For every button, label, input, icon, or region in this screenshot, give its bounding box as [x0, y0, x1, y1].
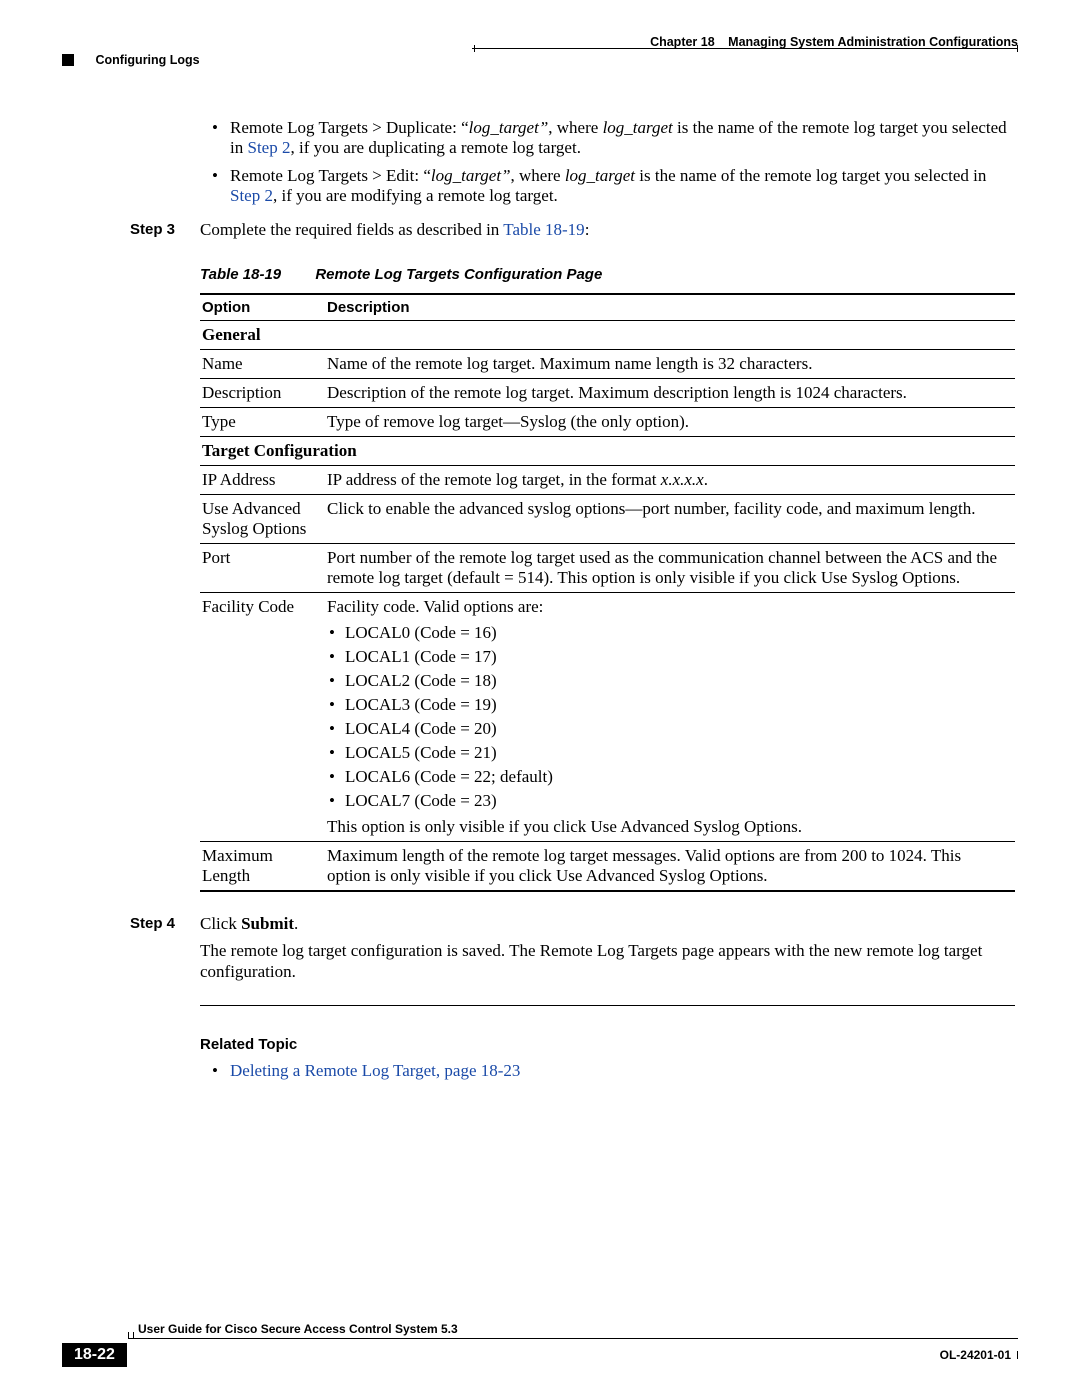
step-4: Step 4 Click Submit. The remote log targ… [130, 914, 1015, 983]
th-description: Description [325, 294, 1015, 321]
section-general: General [200, 321, 1015, 350]
chapter-label: Chapter 18 [650, 35, 715, 49]
list-item: LOCAL2 (Code = 18) [345, 671, 1007, 691]
step2-link[interactable]: Step 2 [230, 186, 273, 205]
list-item: LOCAL6 (Code = 22; default) [345, 767, 1007, 787]
table-row: TypeType of remove log target—Syslog (th… [200, 408, 1015, 437]
table-row: PortPort number of the remote log target… [200, 544, 1015, 593]
table-18-19-link[interactable]: Table 18-19 [503, 220, 584, 239]
page-header: Chapter 18 Managing System Administratio… [62, 35, 1018, 67]
step-label: Step 3 [130, 220, 200, 240]
section-target: Target Configuration [200, 437, 1015, 466]
table-row: NameName of the remote log target. Maxim… [200, 350, 1015, 379]
step-label: Step 4 [130, 914, 200, 983]
step4-para: The remote log target configuration is s… [200, 940, 1015, 983]
related-heading: Related Topic [200, 1036, 1015, 1053]
table-row: IP Address IP address of the remote log … [200, 466, 1015, 495]
config-table: Option Description General NameName of t… [200, 293, 1015, 892]
step2-link[interactable]: Step 2 [247, 138, 290, 157]
step-3: Step 3 Complete the required fields as d… [130, 220, 1015, 240]
list-item: LOCAL3 (Code = 19) [345, 695, 1007, 715]
footer-guide: User Guide for Cisco Secure Access Contr… [128, 1322, 458, 1336]
table-row: DescriptionDescription of the remote log… [200, 379, 1015, 408]
list-item: LOCAL7 (Code = 23) [345, 791, 1007, 811]
section-title: Configuring Logs [95, 53, 199, 67]
list-item: LOCAL4 (Code = 20) [345, 719, 1007, 739]
square-icon [62, 54, 74, 66]
table-row: Maximum LengthMaximum length of the remo… [200, 842, 1015, 892]
related-link[interactable]: Deleting a Remote Log Target, page 18-23 [230, 1061, 520, 1080]
list-item: Remote Log Targets > Duplicate: “log_tar… [230, 118, 1015, 158]
doc-number: OL-24201-01 [940, 1348, 1011, 1362]
facility-list: LOCAL0 (Code = 16) LOCAL1 (Code = 17) LO… [327, 623, 1007, 811]
list-item: LOCAL5 (Code = 21) [345, 743, 1007, 763]
page-number: 18-22 [62, 1343, 127, 1367]
divider [200, 1005, 1015, 1006]
th-option: Option [200, 294, 325, 321]
chapter-title: Managing System Administration Configura… [728, 35, 1018, 49]
page-footer: User Guide for Cisco Secure Access Contr… [62, 1322, 1018, 1367]
intro-bullets: Remote Log Targets > Duplicate: “log_tar… [130, 118, 1015, 206]
table-row: Use Advanced Syslog OptionsClick to enab… [200, 495, 1015, 544]
list-item: Remote Log Targets > Edit: “log_target”,… [230, 166, 1015, 206]
list-item: LOCAL0 (Code = 16) [345, 623, 1007, 643]
list-item: LOCAL1 (Code = 17) [345, 647, 1007, 667]
table-row: Facility Code Facility code. Valid optio… [200, 593, 1015, 842]
table-caption: Table 18-19 Remote Log Targets Configura… [200, 266, 1015, 283]
